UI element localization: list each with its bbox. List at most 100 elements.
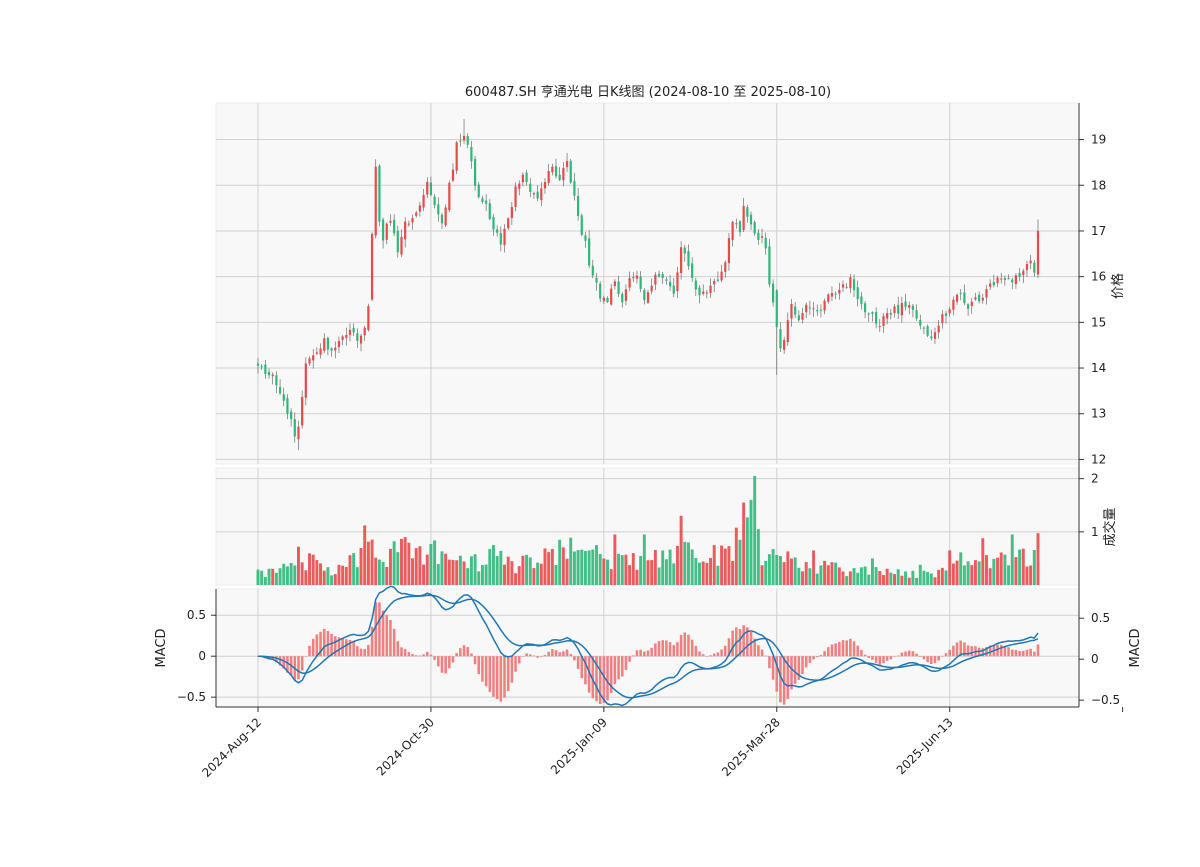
macd-histogram-bar <box>668 642 672 657</box>
candle-body <box>738 221 742 233</box>
candle-body <box>698 287 701 296</box>
volume-bar <box>363 525 367 585</box>
volume-bar <box>771 549 775 585</box>
volume-bar <box>859 567 863 585</box>
volume-bar <box>289 562 293 585</box>
candle-body <box>551 166 554 173</box>
candle-body <box>889 312 892 315</box>
macd-histogram-bar <box>576 656 580 669</box>
candle-body <box>735 223 738 225</box>
volume-bar <box>1003 554 1007 585</box>
macd-histogram-bar <box>768 656 771 669</box>
candle-body <box>727 238 731 264</box>
candle-body <box>915 310 918 319</box>
macd-tick-label-right: 0 <box>1091 652 1099 666</box>
volume-bar <box>403 537 407 585</box>
macd-histogram-bar <box>620 656 624 677</box>
volume-bar <box>1032 550 1036 585</box>
volume-bar <box>385 566 389 585</box>
volume-bar <box>672 563 676 585</box>
candle-body <box>558 174 561 180</box>
candle-body <box>308 358 311 364</box>
macd-histogram-bar <box>1025 649 1029 657</box>
candle-body <box>966 304 970 309</box>
candle-body <box>334 347 337 351</box>
macd-histogram-bar <box>569 654 573 657</box>
macd-histogram-bar <box>712 653 716 657</box>
x-tick-label: 2024-Aug-12 <box>199 715 264 780</box>
volume-bar <box>834 562 838 585</box>
macd-histogram-bar <box>451 656 455 663</box>
candle-body <box>742 205 745 230</box>
volume-bar <box>940 567 944 585</box>
volume-bar <box>973 560 977 585</box>
volume-bar <box>646 560 650 585</box>
macd-histogram-bar <box>871 656 874 660</box>
macd-histogram-bar <box>657 641 661 657</box>
volume-bar <box>322 570 326 585</box>
candle-body <box>757 232 760 240</box>
candle-body <box>588 238 591 266</box>
volume-bar <box>411 558 414 585</box>
volume-bar <box>962 565 966 585</box>
volume-bar <box>561 547 565 585</box>
candle-body <box>794 306 797 315</box>
macd-histogram-bar <box>849 638 852 657</box>
macd-histogram-bar <box>631 655 635 657</box>
volume-bar <box>830 562 834 585</box>
macd-histogram-bar <box>1033 651 1036 657</box>
candle-body <box>908 305 911 308</box>
volume-bar <box>333 574 337 585</box>
macd-histogram-bar <box>933 656 937 664</box>
macd-histogram-bar <box>433 656 436 660</box>
candle-body <box>264 364 267 374</box>
candle-body <box>374 166 377 236</box>
macd-histogram-bar <box>694 645 698 657</box>
candle-body <box>256 363 260 366</box>
volume-axis-title: 成交量 <box>1102 507 1118 546</box>
volume-bar <box>734 527 738 585</box>
macd-histogram-bar <box>422 654 425 657</box>
candle-body <box>974 297 977 300</box>
volume-bar <box>801 571 804 585</box>
volume-bar <box>705 562 709 585</box>
volume-bar <box>698 562 701 585</box>
candle-body <box>694 280 697 290</box>
macd-histogram-bar <box>690 639 694 657</box>
macd-histogram-bar <box>385 614 389 657</box>
macd-histogram-bar <box>882 656 885 664</box>
volume-bar <box>536 562 540 585</box>
candle-body <box>1033 262 1036 273</box>
candle-body <box>293 419 296 437</box>
volume-bar <box>1021 548 1025 585</box>
candle-body <box>580 215 583 235</box>
candle-body <box>400 236 403 255</box>
candle-body <box>470 146 473 162</box>
volume-bar <box>856 572 860 585</box>
macd-histogram-bar <box>764 655 768 657</box>
macd-histogram-bar <box>926 656 929 663</box>
candle-body <box>882 316 885 327</box>
macd-histogram-bar <box>941 655 944 657</box>
macd-histogram-bar <box>1036 644 1040 657</box>
candle-body <box>547 171 550 183</box>
candle-body <box>878 325 881 327</box>
volume-bar <box>469 556 473 585</box>
volume-bar <box>282 563 286 585</box>
volume-bar <box>576 550 580 585</box>
candle-body <box>705 292 708 294</box>
macd-histogram-bar <box>448 656 451 669</box>
volume-bar <box>933 577 937 585</box>
volume-bar <box>598 554 602 585</box>
volume-bar <box>341 565 345 585</box>
candle-body <box>282 394 285 401</box>
candle-body <box>356 333 359 341</box>
macd-histogram-bar <box>352 642 355 657</box>
macd-histogram-bar <box>907 650 911 657</box>
candle-body <box>297 426 300 440</box>
candle-body <box>290 411 293 420</box>
candle-body <box>856 287 859 300</box>
volume-bar <box>271 568 275 585</box>
macd-histogram-bar <box>425 651 429 657</box>
macd-histogram-bar <box>1007 647 1010 657</box>
